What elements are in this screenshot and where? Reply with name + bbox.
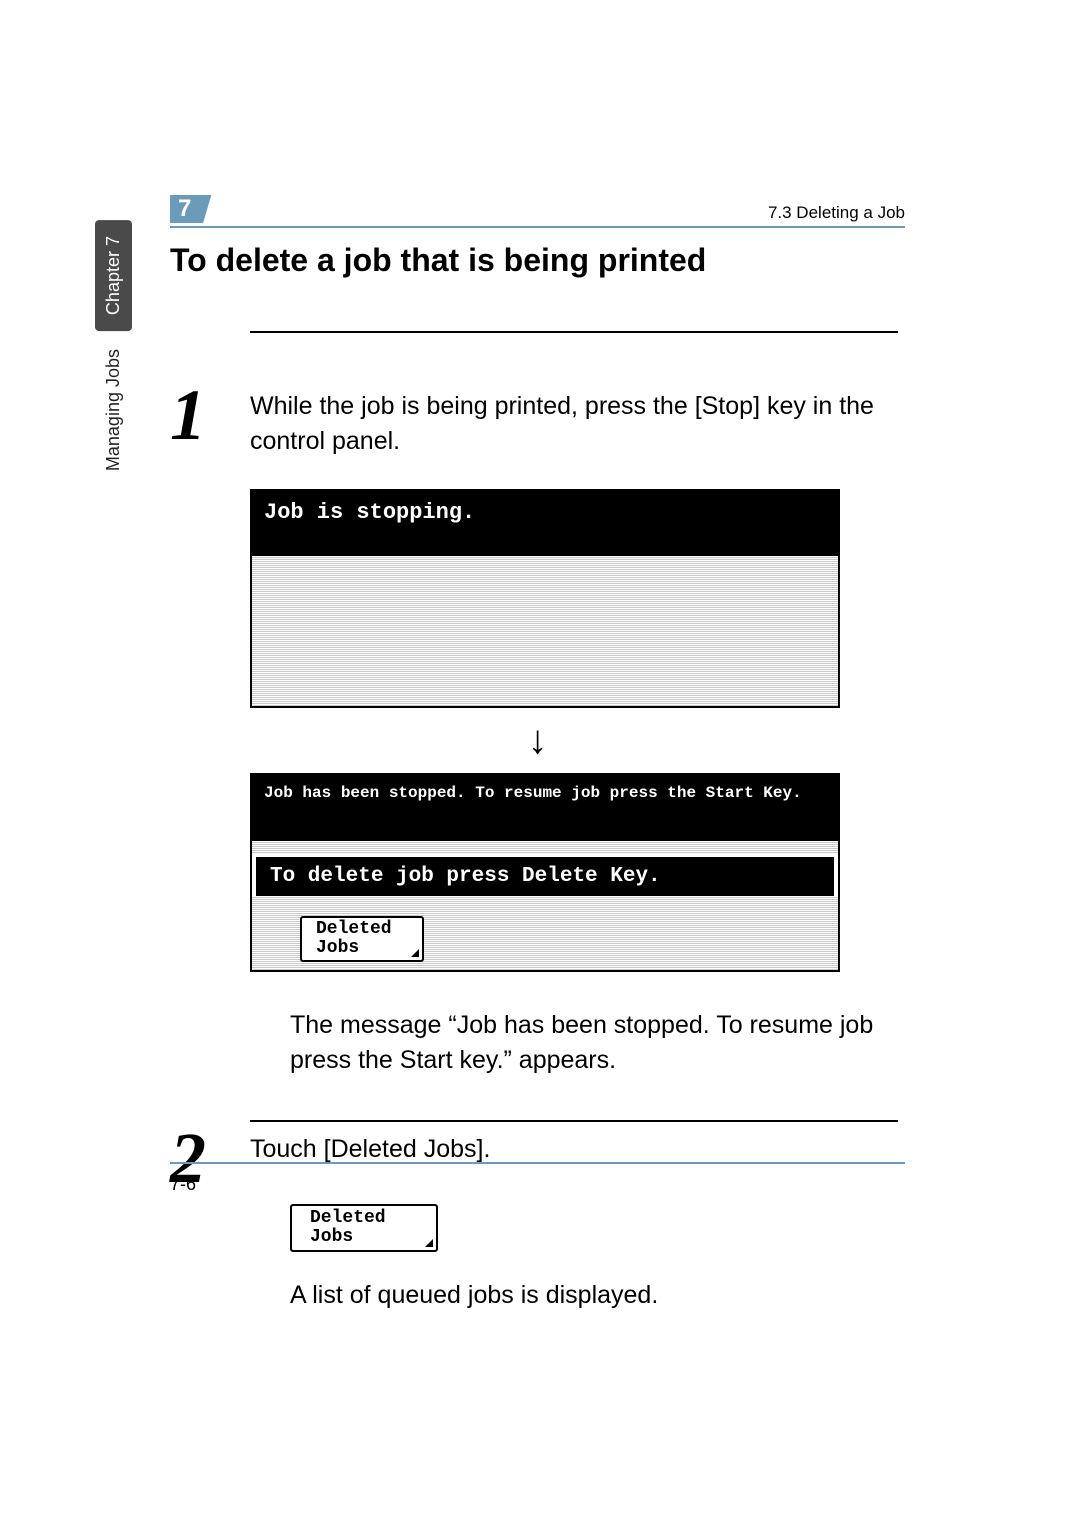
page-number: 7-6 (170, 1174, 196, 1194)
screen-2-header: Job has been stopped. To resume job pres… (252, 775, 838, 841)
side-tab: Chapter 7 Managing Jobs (95, 220, 132, 471)
step-2-followup: A list of queued jobs is displayed. (290, 1278, 900, 1313)
step-1-followup: The message “Job has been stopped. To re… (290, 1008, 900, 1078)
deleted-jobs-button-label: Deleted Jobs (310, 1209, 386, 1247)
arrow-down-icon: ↓ (170, 718, 905, 763)
running-head: 7.3 Deleting a Job (768, 203, 905, 223)
button-corner-icon (425, 1239, 433, 1247)
printer-panel-screen-1: Job is stopping. (250, 489, 840, 708)
step-number-1: 1 (170, 383, 250, 459)
screen-1-body (252, 556, 838, 706)
deleted-jobs-button-illustration: Deleted Jobs (290, 1204, 905, 1252)
printer-panel-screen-2: Job has been stopped. To resume job pres… (250, 773, 840, 972)
button-corner-icon (411, 949, 419, 957)
deleted-jobs-button[interactable]: Deleted Jobs (300, 916, 424, 962)
step-2: 2 Touch [Deleted Jobs]. Deleted Jobs A l… (170, 1120, 905, 1314)
chapter-number-badge: 7 (170, 195, 211, 223)
page-body: 7 7.3 Deleting a Job To delete a job tha… (170, 195, 905, 1313)
page-footer: 7-6 (170, 1162, 905, 1195)
screen-1-header: Job is stopping. (252, 491, 838, 556)
sidebar-section-label: Managing Jobs (103, 349, 124, 471)
page-header: 7 7.3 Deleting a Job (170, 195, 905, 228)
chapter-number: 7 (170, 195, 197, 222)
deleted-jobs-button-label: Deleted Jobs (316, 920, 392, 958)
step-1-text: While the job is being printed, press th… (250, 383, 905, 459)
step-1: 1 While the job is being printed, press … (170, 331, 905, 1078)
chapter-tab: Chapter 7 (95, 220, 132, 331)
deleted-jobs-button[interactable]: Deleted Jobs (290, 1204, 438, 1252)
screen-2-message: To delete job press Delete Key. (256, 857, 834, 896)
section-title: To delete a job that is being printed (170, 242, 905, 279)
